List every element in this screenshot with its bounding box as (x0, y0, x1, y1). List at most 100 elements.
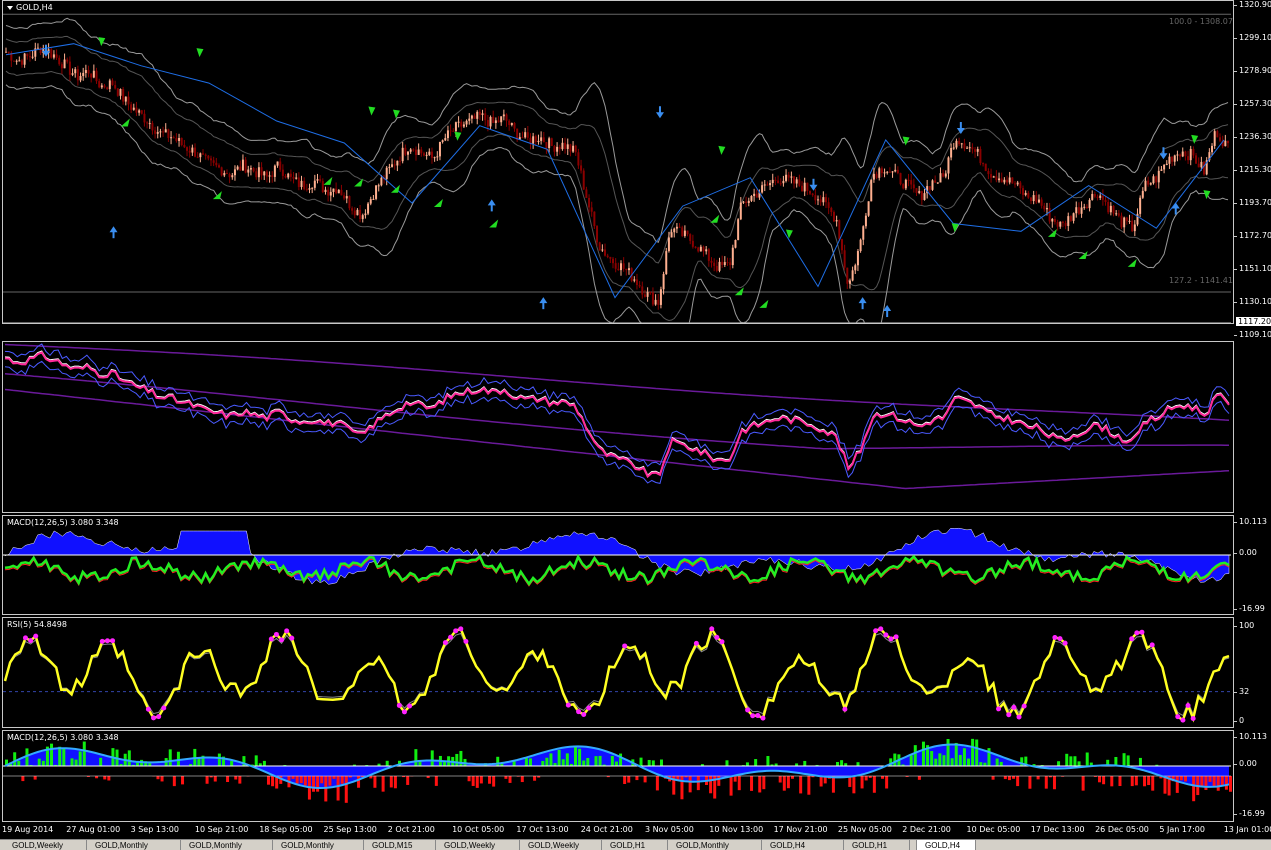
candle-body (462, 124, 465, 127)
candle-body (319, 179, 322, 182)
candle-body (180, 138, 183, 146)
main-price-chart[interactable]: GOLD,H4 100.0 - 1308.07 127.2 - 1141.41 (2, 0, 1234, 324)
histogram-bar-negative (1118, 776, 1122, 787)
histogram-bar-positive (82, 741, 86, 766)
candle-body (667, 237, 670, 252)
histogram-bar-negative (762, 776, 766, 790)
time-axis[interactable]: 19 Aug 2014 27 Aug 01:00 3 Sep 13:00 10 Sep… (0, 822, 1271, 838)
histogram-bar-positive (1126, 755, 1130, 766)
histogram-bar-positive (803, 760, 807, 766)
macd-1-scale[interactable]: 10.113 0.00 -16.99 (1234, 515, 1271, 615)
candle-body (766, 184, 769, 186)
chart-tab[interactable]: GOLD,M15 (364, 840, 436, 850)
rsi-extreme-dot (463, 638, 469, 644)
candle-body (638, 285, 641, 287)
rsi-scale[interactable]: 100 32 0 (1233, 617, 1271, 728)
green-up-arrow-icon (759, 299, 769, 308)
macd-panel-1[interactable]: MACD(12,26,5) 3.080 3.348 (2, 515, 1234, 615)
candle-body (920, 191, 923, 200)
histogram-bar-positive (893, 753, 897, 766)
candle-body (742, 201, 745, 203)
histogram-bar-negative (688, 776, 692, 793)
chart-tab[interactable]: GOLD,Weekly (520, 840, 602, 850)
chart-tab[interactable]: GOLD,Monthly (668, 840, 762, 850)
macd-tick: -16.99 (1234, 604, 1265, 613)
histogram-bar-positive (999, 761, 1003, 766)
chart-tab[interactable]: GOLD,Weekly (4, 840, 87, 850)
histogram-bar-negative (627, 776, 631, 783)
candle-body (659, 289, 662, 305)
histogram-bar-negative (1102, 776, 1106, 785)
chart-tab[interactable]: GOLD,Weekly (436, 840, 520, 850)
candle-body (399, 160, 402, 162)
ma-band-lower (4, 360, 1230, 484)
chart-tab[interactable]: GOLD,H4 (916, 840, 976, 850)
candle-body (1029, 197, 1032, 202)
candle-body (228, 174, 231, 178)
histogram-bar-positive (651, 760, 655, 766)
chart-title[interactable]: GOLD,H4 (7, 3, 53, 12)
macd-2-scale[interactable]: 10.113 0.00 -16.99 (1234, 730, 1271, 822)
candle-body (750, 195, 753, 201)
candle-body (359, 209, 362, 220)
time-axis-label: 27 Aug 01:00 (66, 825, 121, 834)
time-axis-label: 10 Sep 21:00 (194, 825, 249, 834)
candle-body (305, 189, 308, 191)
dropdown-arrow-icon[interactable] (7, 5, 13, 10)
candle-body (58, 57, 61, 65)
arrow-head (655, 112, 664, 119)
histogram-bar-positive (565, 753, 569, 766)
histogram-bar-negative (488, 776, 492, 784)
candle-body (646, 292, 649, 297)
candle-body (572, 145, 575, 152)
candle-body (132, 107, 135, 110)
moving-average-panel[interactable] (2, 341, 1234, 513)
candle-body (798, 179, 801, 186)
chart-tab[interactable]: GOLD,Monthly (181, 840, 273, 850)
candle-body (449, 130, 452, 132)
histogram-bar-positive (561, 759, 565, 766)
histogram-bar-negative (758, 776, 762, 793)
candle-body (824, 197, 827, 203)
fib-upper-label: 100.0 - 1308.07 (1169, 17, 1233, 26)
histogram-bar-positive (619, 753, 623, 766)
candle-body (761, 185, 764, 193)
rsi-extreme-dot (407, 703, 413, 709)
candle-body (718, 261, 721, 271)
candle-body (420, 149, 423, 154)
candle-body (452, 130, 455, 132)
candle-body (510, 123, 513, 126)
candle-body (809, 191, 812, 194)
histogram-bar-positive (1073, 756, 1077, 766)
candle-body (878, 168, 881, 178)
macd-panel-2[interactable]: MACD(12,26,5) 3.080 3.348 (2, 730, 1234, 822)
chart-tab[interactable]: GOLD,Monthly (87, 840, 181, 850)
price-tick: 1130.10 (1233, 297, 1271, 306)
histogram-bar-negative (434, 776, 438, 786)
chart-tab[interactable]: GOLD,H4 (762, 840, 844, 850)
main-price-scale[interactable]: 1320.90 1299.10 1278.90 1257.30 1236.30 … (1233, 0, 1271, 340)
chart-tab[interactable]: GOLD,H1 (602, 840, 668, 850)
candle-body (1144, 180, 1147, 191)
candle-body (364, 213, 367, 216)
candle-body (771, 179, 774, 184)
histogram-bar-negative (709, 776, 713, 794)
candle-body (697, 247, 700, 252)
chart-tab[interactable]: GOLD,Monthly (273, 840, 364, 850)
buy-signal-arrow-icon (539, 297, 548, 310)
candle-body (1061, 221, 1064, 223)
candle-body (731, 247, 734, 266)
chart-tab[interactable]: GOLD,H1 (844, 840, 910, 850)
candle-body (159, 131, 162, 133)
green-down-arrow-icon (718, 145, 726, 155)
price-tick: 1278.90 (1233, 66, 1271, 75)
rsi-panel[interactable]: RSI(5) 54.8498 (2, 617, 1234, 728)
candle-body (273, 165, 276, 177)
candle-body (830, 207, 833, 213)
histogram-bar-negative (778, 776, 782, 783)
rsi-extreme-dot (565, 702, 571, 708)
histogram-bar-negative (533, 776, 537, 781)
candle-body (1112, 205, 1115, 214)
candle-body (888, 171, 891, 173)
candle-body (1067, 216, 1070, 226)
